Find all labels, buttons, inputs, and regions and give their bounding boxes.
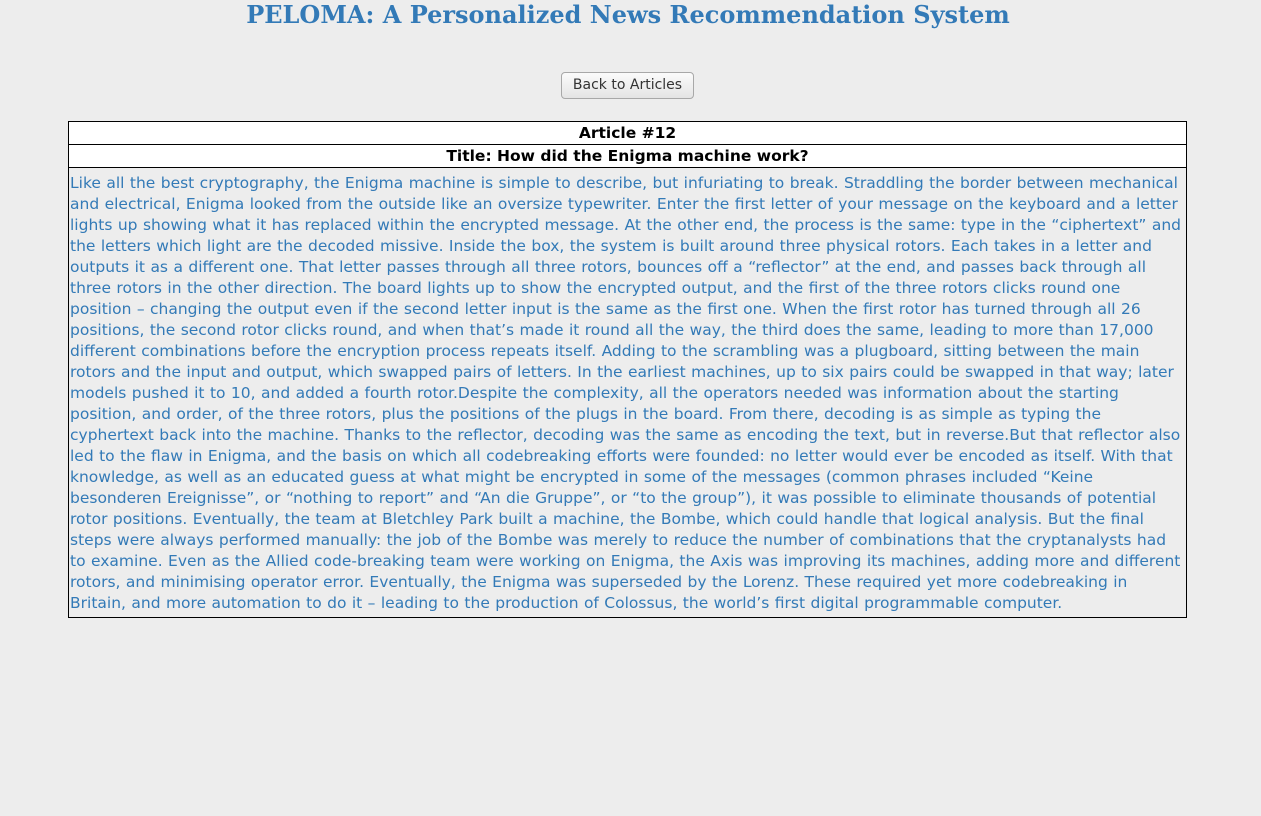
article-title: Title: How did the Enigma machine work? — [68, 144, 1187, 168]
page-title: PELOMA: A Personalized News Recommendati… — [246, 0, 1010, 29]
article-table: Article #12 Title: How did the Enigma ma… — [68, 121, 1187, 618]
article-number: Article #12 — [68, 121, 1187, 145]
back-to-articles-button[interactable]: Back to Articles — [561, 72, 694, 99]
article-number-row: Article #12 — [68, 121, 1187, 145]
article-title-row: Title: How did the Enigma machine work? — [68, 144, 1187, 168]
article-body-row: Like all the best cryptography, the Enig… — [68, 167, 1187, 618]
article-body: Like all the best cryptography, the Enig… — [68, 167, 1187, 618]
